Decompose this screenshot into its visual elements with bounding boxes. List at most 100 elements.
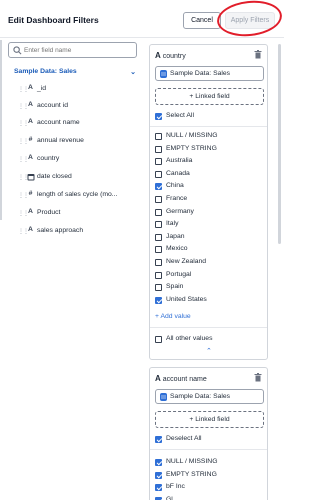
filter-option[interactable]: EMPTY STRING	[155, 145, 265, 155]
filter-option[interactable]: NULL / MISSING	[155, 458, 265, 468]
filter-option[interactable]: NULL / MISSING	[155, 132, 265, 142]
field-search[interactable]	[8, 42, 137, 58]
checkbox[interactable]	[155, 436, 162, 443]
option-label: France	[166, 195, 188, 202]
filter-option[interactable]: United States	[155, 296, 265, 306]
source-label: Sample Data: Sales	[170, 393, 231, 400]
checkbox[interactable]	[155, 221, 162, 229]
filter-option[interactable]: bF Inc	[155, 483, 265, 493]
checkbox[interactable]	[155, 259, 162, 266]
drag-handle-icon[interactable]: ⋮⋮	[18, 156, 29, 163]
option-label: Spain	[166, 283, 184, 291]
option-label: United States	[166, 295, 207, 303]
checkbox[interactable]	[155, 183, 162, 191]
filter-option[interactable]: Australia	[155, 157, 265, 167]
checkbox[interactable]	[155, 496, 162, 500]
drag-handle-icon[interactable]: ⋮⋮	[18, 192, 29, 199]
filter-option[interactable]: Portugal	[155, 271, 265, 281]
checkbox[interactable]	[155, 284, 162, 292]
checkbox[interactable]	[155, 471, 162, 479]
search-icon	[13, 46, 22, 55]
filter-option[interactable]: Canada	[155, 170, 265, 180]
add-value-link[interactable]: + Add value	[155, 313, 191, 320]
field-name: length of sales cycle (mo...	[37, 191, 118, 198]
filter-option[interactable]: EMPTY STRING	[155, 471, 265, 481]
checkbox[interactable]	[155, 208, 162, 216]
filter-option[interactable]: Mexico	[155, 245, 265, 255]
filter-option[interactable]: New Zealand	[155, 258, 265, 268]
source-section-title: Sample Data: Sales	[14, 68, 77, 75]
chevron-down-icon[interactable]: ⌄	[130, 68, 136, 76]
all-other-values-checkbox[interactable]: All other values	[155, 335, 265, 345]
option-label: NULL / MISSING	[166, 458, 218, 465]
checkbox[interactable]	[155, 246, 162, 254]
drag-handle-icon[interactable]: ⋮⋮	[18, 174, 29, 181]
source-label: Sample Data: Sales	[170, 70, 231, 77]
checkbox[interactable]	[155, 296, 162, 304]
option-label: NULL / MISSING	[166, 132, 218, 139]
drag-handle-icon[interactable]: ⋮⋮	[18, 120, 29, 127]
field-item[interactable]: ⋮⋮ Asales approach	[18, 226, 136, 237]
field-item[interactable]: ⋮⋮ Aaccount id	[18, 101, 136, 112]
option-label: EMPTY STRING	[166, 144, 217, 152]
source-section-header[interactable]: Sample Data: Sales ⌄	[14, 68, 136, 78]
drag-handle-icon[interactable]: ⋮⋮	[18, 138, 29, 145]
linked-field-button[interactable]: + Linked field	[155, 411, 264, 428]
checkbox[interactable]	[155, 158, 162, 166]
select-all-checkbox[interactable]: Select All	[155, 112, 265, 122]
scrollbar[interactable]	[278, 44, 281, 244]
drag-handle-icon[interactable]: ⋮⋮	[18, 228, 29, 235]
filter-card-account-name: A account name Sample Data: Sales + Link…	[149, 367, 268, 500]
field-item[interactable]: ⋮⋮ date closed	[18, 173, 136, 183]
drag-handle-icon[interactable]: ⋮⋮	[18, 86, 29, 93]
field-item[interactable]: ⋮⋮ A Product	[18, 208, 136, 219]
option-label: Portugal	[166, 270, 192, 278]
checkbox[interactable]	[155, 271, 162, 279]
field-name: account name	[37, 119, 80, 126]
source-pill[interactable]: Sample Data: Sales	[155, 389, 264, 404]
checkbox[interactable]	[155, 336, 162, 343]
divider	[150, 327, 267, 328]
checkbox[interactable]	[155, 170, 162, 178]
option-label: Italy	[166, 220, 179, 228]
field-name: _id	[37, 85, 47, 92]
divider	[150, 126, 267, 127]
filter-option[interactable]: Italy	[155, 220, 265, 230]
checkbox[interactable]	[155, 133, 162, 140]
deselect-all-checkbox[interactable]: Deselect All	[155, 435, 265, 445]
drag-handle-icon[interactable]: ⋮⋮	[18, 103, 29, 110]
source-pill[interactable]: Sample Data: Sales	[155, 66, 264, 81]
filter-option[interactable]: France	[155, 195, 265, 205]
filter-option[interactable]: Japan	[155, 233, 265, 243]
trash-icon[interactable]	[254, 50, 262, 59]
filter-option[interactable]: China	[155, 182, 265, 192]
field-item[interactable]: ⋮⋮ A _id	[18, 84, 136, 95]
checkbox[interactable]	[155, 233, 162, 241]
calendar-icon	[26, 172, 35, 183]
chevron-up-icon[interactable]: ⌃	[206, 347, 212, 355]
option-label: bF Inc	[166, 483, 185, 490]
checkbox[interactable]	[155, 145, 162, 153]
checkbox[interactable]	[155, 113, 162, 120]
checkbox[interactable]	[155, 484, 162, 491]
text-type-icon: A	[28, 118, 33, 125]
field-item[interactable]: ⋮⋮ Acountry	[18, 154, 136, 165]
number-type-icon: #	[28, 190, 33, 197]
field-item[interactable]: ⋮⋮ # annual revenue	[18, 136, 136, 147]
filter-option[interactable]: Spain	[155, 283, 265, 293]
option-label: China	[166, 182, 184, 190]
field-item[interactable]: ⋮⋮ Aaccount name	[18, 118, 136, 129]
field-item[interactable]: ⋮⋮ # length of sales cycle (mo...	[18, 190, 136, 201]
checkbox[interactable]	[155, 459, 162, 466]
filter-option[interactable]: Germany	[155, 208, 265, 218]
cancel-button[interactable]: Cancel	[183, 12, 221, 29]
checkbox[interactable]	[155, 196, 162, 203]
trash-icon[interactable]	[254, 373, 262, 382]
text-type-icon: A	[28, 208, 33, 215]
drag-handle-icon[interactable]: ⋮⋮	[18, 210, 29, 217]
search-input[interactable]	[24, 44, 134, 56]
text-type-icon: A	[28, 84, 33, 91]
linked-field-button[interactable]: + Linked field	[155, 88, 264, 105]
filter-option[interactable]: Gl...	[155, 496, 265, 500]
divider	[150, 449, 267, 450]
